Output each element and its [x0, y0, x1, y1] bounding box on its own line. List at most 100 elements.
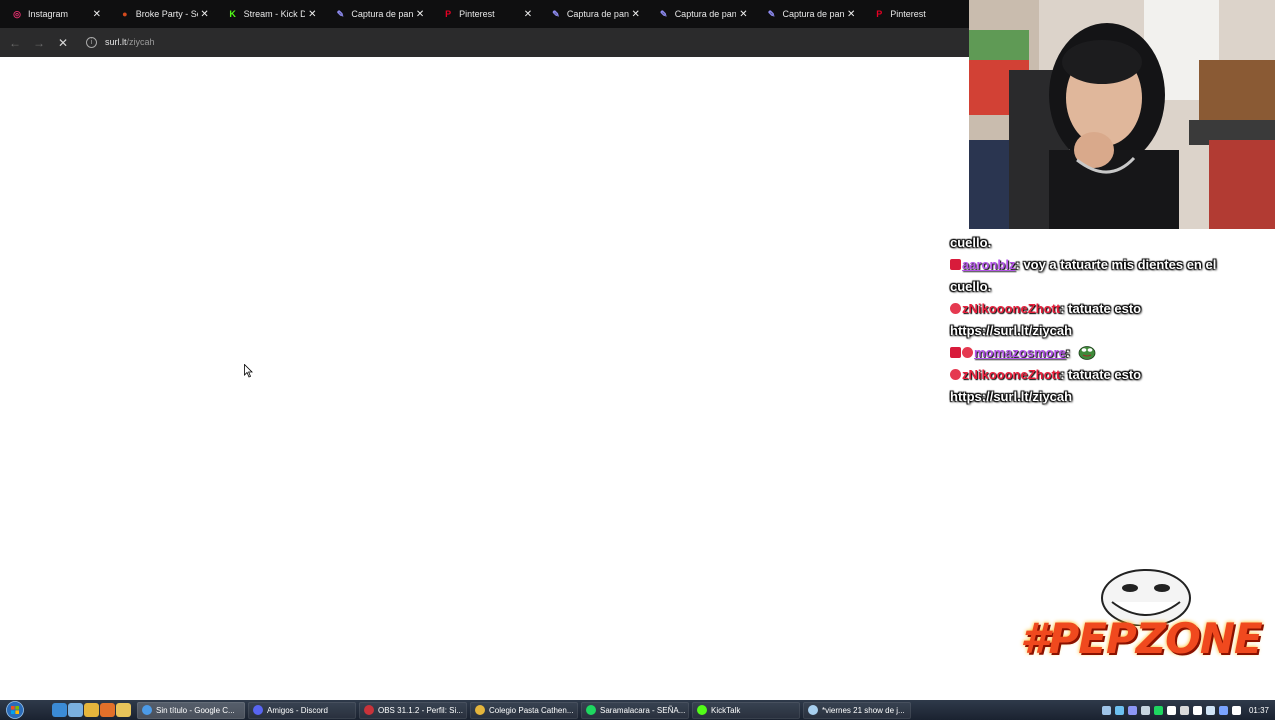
heart-badge-icon [950, 369, 961, 380]
forward-button[interactable]: → [27, 31, 51, 55]
address-bar[interactable]: i surl.lt/ziycah [78, 31, 970, 53]
chat-line: cuello. [950, 276, 1275, 298]
chrome-icon[interactable] [84, 703, 99, 717]
screen: ◎Instagram✕●Broke Party - Segu✕KStream -… [0, 0, 1275, 720]
taskbar-button-label: Sin título - Google C... [156, 705, 235, 715]
stop-loading-button[interactable]: ✕ [51, 31, 75, 55]
tab-close-icon[interactable]: ✕ [198, 9, 212, 20]
ie-icon[interactable] [52, 703, 67, 717]
pen-icon: ✎ [659, 8, 668, 19]
address-host: surl.lt [105, 37, 127, 47]
window-icon[interactable] [68, 703, 83, 717]
browser-tab[interactable]: ✎ Captura de pantalla✕ [539, 0, 647, 28]
network-icon[interactable] [1114, 705, 1124, 715]
back-button[interactable]: ← [3, 31, 27, 55]
tab-close-icon[interactable]: ✕ [90, 9, 104, 20]
chat-message-text: : voy a tatuarte mis dientes en el [1015, 257, 1217, 272]
ime-icon[interactable] [1192, 705, 1202, 715]
chat-username[interactable]: momazosmore [974, 345, 1066, 360]
chat-line: cuello. [950, 232, 1275, 254]
pepe-emote-icon [1078, 346, 1096, 360]
mouse-cursor-icon [244, 364, 253, 378]
taskbar-button[interactable]: OBS 31.1.2 - Perfil: Si... [359, 701, 467, 719]
chat-message-text: https://surl.lt/ziycah [950, 323, 1073, 338]
moderator-badge-icon [950, 347, 961, 358]
tab-close-icon[interactable]: ✕ [521, 9, 535, 20]
volume-icon[interactable] [1231, 705, 1241, 715]
browser-tab[interactable]: ✎ Captura de pantalla✕ [323, 0, 431, 28]
steam-icon[interactable] [1140, 705, 1150, 715]
clock[interactable]: 01:37 [1249, 706, 1269, 715]
browser-tab[interactable]: K Stream - Kick Dash✕ [216, 0, 324, 28]
tab-close-icon[interactable]: ✕ [736, 9, 750, 20]
chat-line: aaronblz: voy a tatuarte mis dientes en … [950, 254, 1275, 276]
pen-icon: ✎ [767, 8, 776, 19]
browser-toolbar: ← → ✕ i surl.lt/ziycah [0, 28, 970, 57]
tab-title: Broke Party - Segu [135, 9, 198, 19]
kick-icon [697, 705, 707, 715]
quick-launch [52, 703, 132, 717]
chat-tray-icon[interactable] [1218, 705, 1228, 715]
pepzone-logo: #PEPZONE [1012, 566, 1270, 670]
pinterest-icon: P [876, 9, 883, 19]
taskbar-button[interactable]: Amigos - Discord [248, 701, 356, 719]
chat-overlay: cuello. aaronblz: voy a tatuarte mis dien… [950, 232, 1275, 408]
taskbar-button[interactable]: Sin título - Google C... [137, 701, 245, 719]
chat-username[interactable]: zNikoooneZhott [962, 367, 1060, 382]
folder-icon[interactable] [116, 703, 131, 717]
tab-title: Captura de pantalla [351, 9, 414, 19]
taskbar-button[interactable]: Colegio Pasta Cathen... [470, 701, 578, 719]
heart-badge-icon [962, 347, 973, 358]
chat-username[interactable]: zNikoooneZhott [962, 301, 1060, 316]
start-button[interactable] [0, 700, 30, 720]
site-info-icon[interactable]: i [86, 36, 97, 48]
tab-title: Pinterest [459, 9, 495, 19]
chat-line: https://surl.lt/ziycah [950, 320, 1275, 342]
tab-close-icon[interactable]: ✕ [629, 9, 643, 20]
tab-title: Captura de pantalla [782, 9, 845, 19]
tab-title: Captura de pantalla [566, 9, 629, 19]
chat-username[interactable]: aaronblz [962, 257, 1015, 272]
webcam-overlay [969, 0, 1275, 229]
address-path: /ziycah [126, 37, 155, 47]
browser-tab[interactable]: P Pinterest [862, 0, 970, 28]
browser-tab[interactable]: ✎ Captura de pantalla✕ [647, 0, 755, 28]
moderator-badge-icon [950, 259, 961, 270]
taskbar-button-label: OBS 31.1.2 - Perfil: Si... [378, 705, 463, 715]
browser-tab[interactable]: ● Broke Party - Segu✕ [108, 0, 216, 28]
taskbar-button-label: KickTalk [711, 705, 741, 715]
taskbar-button-label: *viernes 21 show de j... [822, 705, 905, 715]
browser-tab[interactable]: ✎ Captura de pantalla✕ [754, 0, 862, 28]
discord-tray-icon[interactable] [1127, 705, 1137, 715]
obs-tray-icon[interactable] [1179, 705, 1189, 715]
notepad-icon [808, 705, 818, 715]
chat-message-text: cuello. [950, 235, 992, 250]
pen-icon: ✎ [336, 8, 345, 19]
spotify-tray-icon[interactable] [1153, 705, 1163, 715]
chat-message-text: : [1065, 345, 1074, 360]
taskbar-button[interactable]: Saramalacara - SEÑA... [581, 701, 689, 719]
pinterest-icon: P [445, 9, 452, 19]
tab-title: Stream - Kick Dash [243, 9, 306, 19]
tab-title: Captura de pantalla [674, 9, 737, 19]
browser-tab[interactable]: ◎ Instagram ✕ [0, 0, 108, 28]
browser-tab-strip: ◎Instagram✕●Broke Party - Segu✕KStream -… [0, 0, 970, 28]
taskbar-button-label: Amigos - Discord [267, 705, 328, 715]
tab-close-icon[interactable]: ✕ [413, 9, 427, 20]
streamer-webcam-image [969, 0, 1275, 229]
browser-tab[interactable]: P Pinterest ✕ [431, 0, 539, 28]
taskbar-button[interactable]: *viernes 21 show de j... [803, 701, 911, 719]
monitor-icon[interactable] [1205, 705, 1215, 715]
mic-icon[interactable] [1166, 705, 1176, 715]
chat-line: https://surl.lt/ziycah [950, 386, 1275, 408]
gear-icon[interactable] [1101, 705, 1111, 715]
heart-badge-icon [950, 303, 961, 314]
spotify-icon [586, 705, 596, 715]
tab-close-icon[interactable]: ✕ [305, 9, 319, 20]
pen-icon: ✎ [552, 8, 560, 19]
firefox-icon[interactable] [100, 703, 115, 717]
taskbar-button[interactable]: KickTalk [692, 701, 800, 719]
tab-title: Pinterest [890, 9, 926, 19]
taskbar-button-label: Colegio Pasta Cathen... [489, 705, 574, 715]
tab-close-icon[interactable]: ✕ [844, 9, 858, 20]
